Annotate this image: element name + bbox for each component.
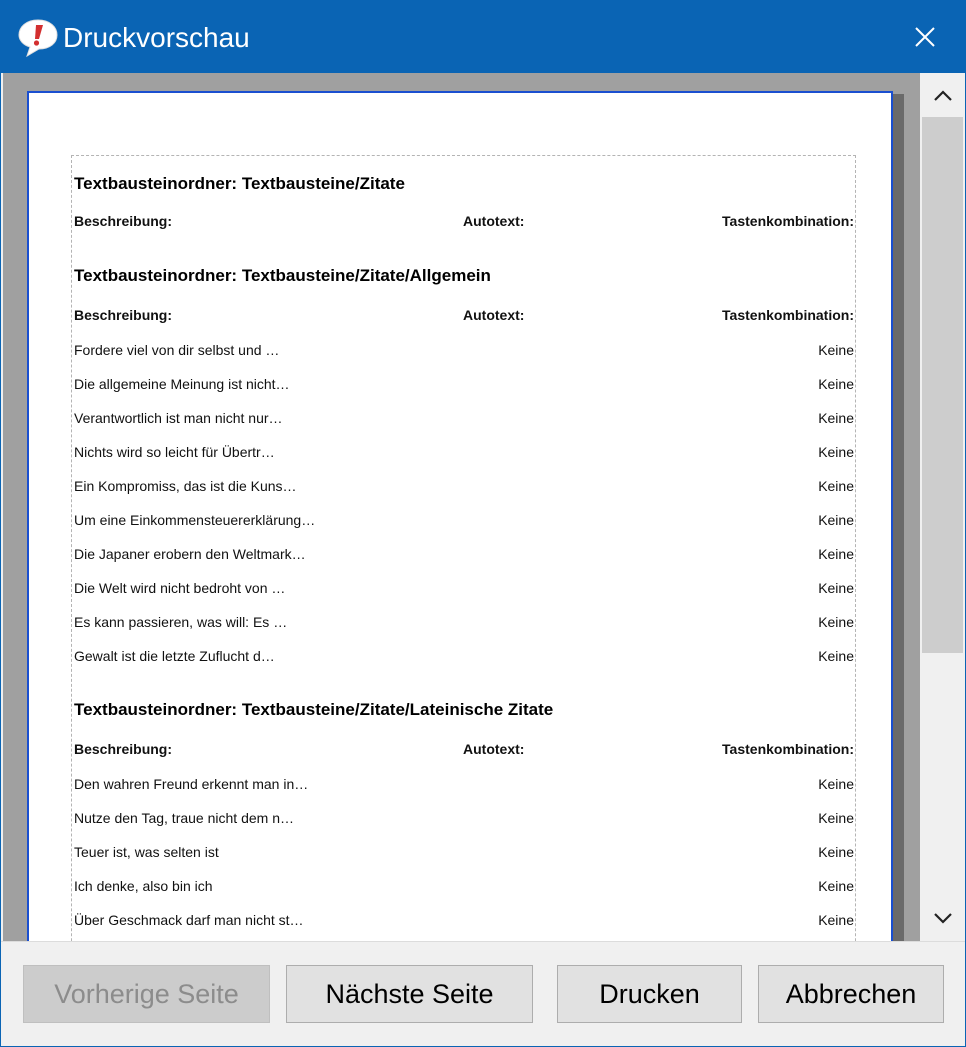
table-row: Um eine Einkommensteuererklärung… Keine [72,512,855,534]
table-header: Beschreibung: Autotext: Tastenkombinatio… [72,213,855,235]
chevron-up-icon [933,90,952,101]
table-row: Gewalt ist die letzte Zuflucht d… Keine [72,648,855,670]
row-beschreibung: Nutze den Tag, traue nicht dem n… [74,810,294,826]
row-tastenkombination: Keine [818,810,854,826]
row-tastenkombination: Keine [818,912,854,928]
row-tastenkombination: Keine [818,342,854,358]
section-title: Textbausteinordner: Textbausteine/Zitate… [74,700,554,719]
preview-page: Textbausteinordner: Textbausteine/Zitate… [27,91,893,941]
print-button[interactable]: Drucken [557,965,742,1023]
header-tastenkombination: Tastenkombination: [722,213,854,229]
header-autotext: Autotext: [463,307,525,323]
next-page-button[interactable]: Nächste Seite [286,965,533,1023]
row-beschreibung: Um eine Einkommensteuererklärung… [74,512,316,528]
header-autotext: Autotext: [463,741,525,757]
row-beschreibung: Teuer ist, was selten ist [74,844,219,860]
row-tastenkombination: Keine [818,410,854,426]
header-beschreibung: Beschreibung: [74,741,173,757]
print-preview-window: Druckvorschau Textbausteinordner: Textba… [0,0,966,1047]
row-tastenkombination: Keine [818,444,854,460]
row-tastenkombination: Keine [818,844,854,860]
window-title: Druckvorschau [63,22,250,53]
vertical-scrollbar[interactable] [920,73,965,941]
header-beschreibung: Beschreibung: [74,307,173,323]
row-beschreibung: Verantwortlich ist man nicht nur… [74,410,283,426]
header-tastenkombination: Tastenkombination: [722,741,854,757]
table-header: Beschreibung: Autotext: Tastenkombinatio… [72,741,855,763]
table-row: Ich denke, also bin ich Keine [72,878,855,900]
row-beschreibung: Die allgemeine Meinung ist nicht… [74,376,290,392]
row-beschreibung: Ich denke, also bin ich [74,878,213,894]
close-button[interactable] [885,1,965,73]
chevron-down-icon [933,913,952,924]
row-tastenkombination: Keine [818,878,854,894]
table-row: Die Welt wird nicht bedroht von … Keine [72,580,855,602]
row-beschreibung: Die Welt wird nicht bedroht von … [74,580,286,596]
table-row: Nutze den Tag, traue nicht dem n… Keine [72,810,855,832]
table-row: Teuer ist, was selten ist Keine [72,844,855,866]
scroll-down-button[interactable] [920,897,965,941]
row-tastenkombination: Keine [818,614,854,630]
section-title: Textbausteinordner: Textbausteine/Zitate [74,174,405,193]
header-beschreibung: Beschreibung: [74,213,173,229]
row-tastenkombination: Keine [818,478,854,494]
row-beschreibung: Gewalt ist die letzte Zuflucht d… [74,648,275,664]
table-row: Die Japaner erobern den Weltmark… Keine [72,546,855,568]
row-tastenkombination: Keine [818,512,854,528]
section-title: Textbausteinordner: Textbausteine/Zitate… [74,266,491,285]
row-tastenkombination: Keine [818,776,854,792]
row-tastenkombination: Keine [818,580,854,596]
table-row: Ein Kompromiss, das ist die Kuns… Keine [72,478,855,500]
row-beschreibung: Fordere viel von dir selbst und … [74,342,280,358]
title-bar: Druckvorschau [1,1,965,73]
button-bar: Vorherige Seite Nächste Seite Drucken Ab… [1,941,965,1046]
row-tastenkombination: Keine [818,376,854,392]
table-header: Beschreibung: Autotext: Tastenkombinatio… [72,307,855,329]
scroll-thumb[interactable] [922,117,963,653]
table-row: Den wahren Freund erkennt man in… Keine [72,776,855,798]
row-beschreibung: Den wahren Freund erkennt man in… [74,776,309,792]
row-beschreibung: Über Geschmack darf man nicht st… [74,912,304,928]
table-row: Es kann passieren, was will: Es … Keine [72,614,855,636]
header-autotext: Autotext: [463,213,525,229]
row-beschreibung: Die Japaner erobern den Weltmark… [74,546,306,562]
row-beschreibung: Es kann passieren, was will: Es … [74,614,288,630]
row-beschreibung: Ein Kompromiss, das ist die Kuns… [74,478,297,494]
table-row: Verantwortlich ist man nicht nur… Keine [72,410,855,432]
cancel-button[interactable]: Abbrechen [758,965,944,1023]
row-beschreibung: Nichts wird so leicht für Übertr… [74,444,275,460]
scroll-up-button[interactable] [920,73,965,117]
previous-page-button[interactable]: Vorherige Seite [23,965,270,1023]
close-icon [915,27,935,47]
table-row: Nichts wird so leicht für Übertr… Keine [72,444,855,466]
header-tastenkombination: Tastenkombination: [722,307,854,323]
table-row: Über Geschmack darf man nicht st… Keine [72,912,855,934]
row-tastenkombination: Keine [818,648,854,664]
speech-bubble-exclamation-icon [18,19,58,58]
preview-area[interactable]: Textbausteinordner: Textbausteine/Zitate… [3,73,920,941]
print-margin: Textbausteinordner: Textbausteine/Zitate… [71,155,856,941]
table-row: Fordere viel von dir selbst und … Keine [72,342,855,364]
table-row: Die allgemeine Meinung ist nicht… Keine [72,376,855,398]
row-tastenkombination: Keine [818,546,854,562]
